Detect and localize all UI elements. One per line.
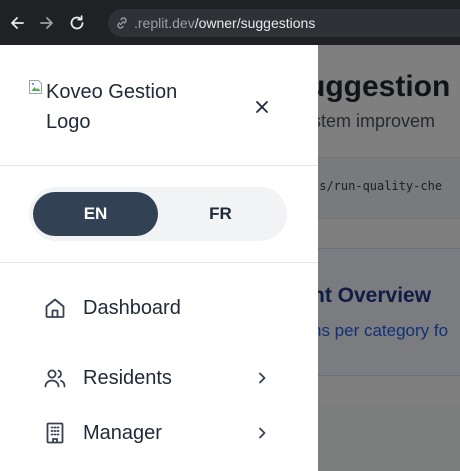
nav-item-label: Dashboard [83, 296, 181, 319]
back-button[interactable] [4, 10, 30, 36]
close-button[interactable] [250, 95, 274, 119]
home-icon [45, 298, 65, 318]
chevron-right-icon [259, 372, 266, 384]
nav-item-manager[interactable]: Manager [0, 408, 318, 458]
drawer-header: Koveo Gestion Logo [0, 45, 318, 166]
url-domain: .replit.dev [134, 15, 195, 31]
language-option-fr[interactable]: FR [158, 192, 283, 236]
nav-item-label: Residents [83, 366, 172, 389]
reload-button[interactable] [64, 10, 90, 36]
url-text: .replit.dev/owner/suggestions [134, 15, 315, 31]
nav-item-label: Manager [83, 421, 162, 444]
navigation-drawer: Koveo Gestion Logo EN FR Dashboard Resid… [0, 45, 318, 471]
nav-item-dashboard[interactable]: Dashboard [0, 283, 318, 333]
forward-button[interactable] [34, 10, 60, 36]
broken-image-icon [29, 80, 42, 94]
logo: Koveo Gestion Logo [28, 77, 198, 137]
reload-icon [70, 14, 84, 29]
language-section: EN FR [0, 166, 318, 263]
arrow-left-icon [11, 16, 24, 29]
arrow-right-icon [40, 16, 53, 29]
site-info-icon[interactable] [114, 15, 130, 31]
users-icon [44, 369, 66, 388]
close-icon [256, 101, 268, 113]
nav-item-residents[interactable]: Residents [0, 353, 318, 403]
url-path: /owner/suggestions [194, 15, 316, 31]
language-option-en[interactable]: EN [33, 192, 158, 236]
language-toggle: EN FR [29, 187, 287, 241]
chevron-right-icon [259, 427, 266, 439]
browser-toolbar: .replit.dev/owner/suggestions [0, 0, 460, 45]
building-icon [46, 422, 64, 444]
address-bar[interactable]: .replit.dev/owner/suggestions [108, 9, 460, 37]
logo-alt-text: Koveo Gestion Logo [46, 81, 178, 133]
